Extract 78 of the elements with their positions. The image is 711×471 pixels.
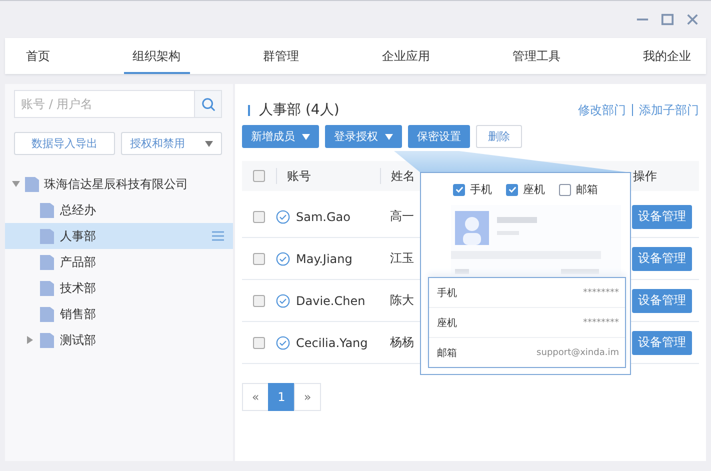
- page-button[interactable]: 1: [268, 383, 295, 411]
- nav-tab[interactable]: 企业应用: [372, 40, 439, 74]
- collapsed-arrow-icon[interactable]: [26, 336, 34, 344]
- prev-page-button[interactable]: «: [242, 383, 269, 411]
- field-value: support@xinda.im: [536, 348, 619, 358]
- nav-tab[interactable]: 我的企业: [634, 40, 700, 74]
- nav-tab[interactable]: 首页: [17, 40, 59, 74]
- table-cell: Davie.Chen: [296, 294, 366, 308]
- field-label: 座机: [437, 316, 457, 330]
- device-manage-button[interactable]: 设备管理: [632, 204, 692, 228]
- caret-icon: [205, 140, 213, 146]
- table-cell: Sam.Gao: [296, 210, 350, 224]
- checkbox[interactable]: [253, 294, 265, 306]
- close-icon[interactable]: [686, 13, 699, 26]
- checkbox[interactable]: [253, 210, 265, 222]
- field-label: 手机: [437, 286, 457, 300]
- next-page-button[interactable]: »: [294, 383, 321, 411]
- table-cell: 高一: [390, 209, 414, 223]
- sidebar-button[interactable]: 数据导入导出: [14, 132, 115, 155]
- check-circle-icon: [276, 294, 290, 308]
- folder-icon: [40, 306, 54, 322]
- menu-icon[interactable]: [212, 231, 224, 241]
- folder-icon: [40, 280, 54, 296]
- sidebar-button[interactable]: 授权和禁用: [121, 132, 222, 155]
- table-cell: 陈大: [390, 293, 414, 307]
- tree-item[interactable]: 技术部: [5, 275, 233, 301]
- checkbox[interactable]: [253, 336, 265, 348]
- tree-item[interactable]: 销售部: [5, 301, 233, 327]
- search-icon[interactable]: [200, 96, 216, 112]
- search-field[interactable]: 账号 / 用户名: [14, 90, 194, 118]
- checkbox[interactable]: [253, 252, 265, 264]
- device-manage-button[interactable]: 设备管理: [632, 246, 692, 270]
- maximize-icon[interactable]: [661, 13, 674, 26]
- tree-item[interactable]: 产品部: [5, 249, 233, 275]
- folder-icon: [40, 228, 54, 244]
- tree-item[interactable]: 人事部: [5, 223, 233, 249]
- caret-icon: [385, 134, 393, 140]
- check-circle-icon: [276, 336, 290, 350]
- checkbox[interactable]: [253, 170, 265, 182]
- tree-item[interactable]: 测试部: [5, 327, 233, 353]
- check-circle-icon: [276, 252, 290, 266]
- tree-item[interactable]: 总经办: [5, 197, 233, 223]
- toolbar-button[interactable]: 新增成员: [242, 125, 319, 148]
- checkbox[interactable]: [453, 184, 465, 196]
- check-circle-icon: [276, 210, 290, 224]
- column-header: 操作: [633, 168, 657, 184]
- department-link[interactable]: 修改部门: [578, 102, 626, 118]
- column-header: 姓名: [391, 168, 415, 184]
- department-title: 人事部 (4人): [259, 101, 340, 119]
- checkbox-label: 邮箱: [576, 182, 598, 197]
- checkbox[interactable]: [506, 184, 518, 196]
- nav-tab[interactable]: 组织架构: [124, 40, 190, 74]
- folder-icon: [40, 202, 54, 218]
- folder-icon: [40, 254, 54, 270]
- device-manage-button[interactable]: 设备管理: [632, 288, 692, 312]
- caret-icon: [302, 134, 310, 140]
- tree-item[interactable]: 珠海信达星辰科技有限公司: [44, 176, 188, 192]
- checkbox-label: 座机: [523, 182, 545, 197]
- nav-tab[interactable]: 管理工具: [503, 40, 570, 74]
- table-cell: May.Jiang: [296, 252, 352, 266]
- table-cell: 江玉: [390, 251, 414, 265]
- department-link[interactable]: 添加子部门: [639, 102, 699, 118]
- folder-icon: [40, 332, 54, 348]
- table-cell: Cecilia.Yang: [296, 336, 368, 350]
- checkbox[interactable]: [559, 184, 571, 196]
- device-manage-button[interactable]: 设备管理: [632, 330, 692, 354]
- checkbox-label: 手机: [470, 182, 492, 197]
- field-value: ********: [583, 288, 619, 298]
- nav-tab[interactable]: 群管理: [254, 40, 308, 74]
- column-header: 账号: [287, 168, 311, 184]
- field-label: 邮箱: [437, 346, 457, 360]
- toolbar-button[interactable]: 保密设置: [408, 125, 470, 148]
- toolbar-button[interactable]: 登录授权: [325, 125, 402, 148]
- folder-icon: [25, 176, 39, 192]
- field-value: ********: [583, 318, 619, 328]
- table-cell: 杨杨: [390, 335, 414, 349]
- expanded-arrow-icon[interactable]: [12, 180, 20, 188]
- toolbar-button[interactable]: 删除: [476, 125, 522, 148]
